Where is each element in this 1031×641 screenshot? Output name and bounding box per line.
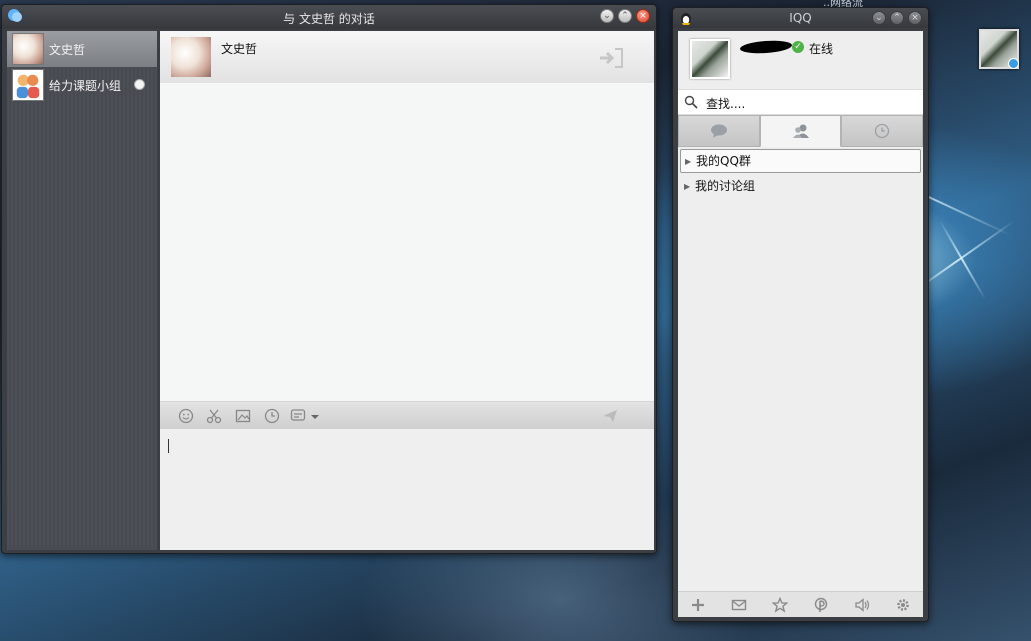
session-name: 文史哲 — [49, 42, 86, 57]
close-button[interactable]: × — [908, 11, 922, 25]
session-name: 给力课题小组 — [49, 78, 122, 93]
star-icon[interactable] — [772, 596, 789, 613]
pin-icon[interactable] — [813, 597, 829, 613]
text-caret — [168, 439, 169, 453]
add-icon[interactable] — [690, 597, 706, 613]
message-style-icon[interactable] — [290, 408, 322, 424]
scissors-icon[interactable] — [206, 408, 222, 424]
session-item-wenshizhe[interactable]: 文史哲 — [7, 31, 157, 67]
contact-name: 文史哲 — [221, 42, 258, 56]
group-avatar — [12, 69, 44, 101]
search-placeholder: 查找.... — [706, 97, 746, 111]
chat-bubble-icon — [710, 124, 727, 138]
group-my-qq-groups[interactable]: ▶ 我的QQ群 — [680, 149, 921, 173]
panel-tabs — [678, 115, 924, 147]
profile-section: ✓ 在线 — [678, 31, 923, 89]
settings-icon[interactable] — [895, 597, 911, 613]
qq-panel: ✓ 在线 查找.... ▶ 我的QQ群 ▶ 我的讨论组 — [678, 31, 924, 617]
bottom-toolbar — [678, 591, 923, 617]
wallpaper-streak — [939, 220, 986, 300]
exit-chat-icon[interactable] — [598, 47, 624, 69]
minimize-button[interactable]: ⌄ — [872, 11, 886, 25]
input-toolbar — [160, 401, 654, 429]
image-icon[interactable] — [235, 408, 251, 424]
desktop-shortcut-avatar[interactable] — [979, 29, 1019, 69]
unread-dot — [134, 79, 145, 90]
maximize-button[interactable]: ⌃ — [890, 11, 904, 25]
close-button[interactable]: × — [636, 9, 650, 23]
chat-window: 与 文史哲 的对话 ⌄ ⌃ × 文史哲 给力课题小组 文史哲 — [1, 4, 657, 554]
online-badge-icon — [1008, 58, 1019, 69]
group-list: ▶ 我的QQ群 ▶ 我的讨论组 — [678, 148, 923, 201]
send-icon[interactable] — [602, 408, 618, 424]
minimize-button[interactable]: ⌄ — [600, 9, 614, 23]
message-history[interactable] — [160, 83, 654, 401]
expand-arrow-icon: ▶ — [685, 157, 692, 166]
tab-recent[interactable] — [841, 115, 924, 147]
qq-main-window: IQQ ⌄ ⌃ × ✓ 在线 查找.... ▶ 我的QQ群 ▶ 我的讨论组 — [672, 7, 929, 622]
clock-icon[interactable] — [264, 408, 280, 424]
chat-main: 文史哲 — [160, 31, 654, 550]
tab-conversations[interactable] — [678, 115, 760, 147]
chat-titlebar[interactable]: 与 文史哲 的对话 ⌄ ⌃ × — [2, 5, 656, 29]
status-label[interactable]: 在线 — [809, 40, 833, 57]
group-label: 我的讨论组 — [695, 179, 756, 193]
session-item-group[interactable]: 给力课题小组 — [7, 67, 157, 103]
search-box[interactable]: 查找.... — [678, 89, 923, 115]
contact-avatar — [12, 33, 44, 65]
recent-clock-icon — [875, 123, 890, 139]
user-avatar[interactable] — [690, 39, 730, 79]
message-input[interactable] — [160, 429, 654, 550]
redacted-nickname — [739, 39, 793, 55]
search-icon — [684, 95, 698, 109]
contact-avatar[interactable] — [171, 37, 211, 77]
group-my-discussions[interactable]: ▶ 我的讨论组 — [680, 175, 921, 199]
chat-header: 文史哲 — [160, 31, 654, 83]
volume-icon[interactable] — [854, 597, 870, 613]
contacts-icon — [792, 124, 809, 138]
maximize-button[interactable]: ⌃ — [618, 9, 632, 23]
online-status-icon[interactable]: ✓ — [792, 41, 804, 53]
smiley-icon[interactable] — [178, 408, 194, 424]
mail-icon[interactable] — [731, 597, 747, 613]
qq-titlebar[interactable]: IQQ ⌄ ⌃ × — [673, 8, 928, 28]
tab-contacts[interactable] — [759, 115, 842, 147]
chat-window-title: 与 文史哲 的对话 — [283, 12, 375, 26]
expand-arrow-icon: ▶ — [684, 182, 691, 191]
session-list: 文史哲 给力课题小组 — [7, 31, 157, 550]
group-label: 我的QQ群 — [696, 154, 751, 168]
